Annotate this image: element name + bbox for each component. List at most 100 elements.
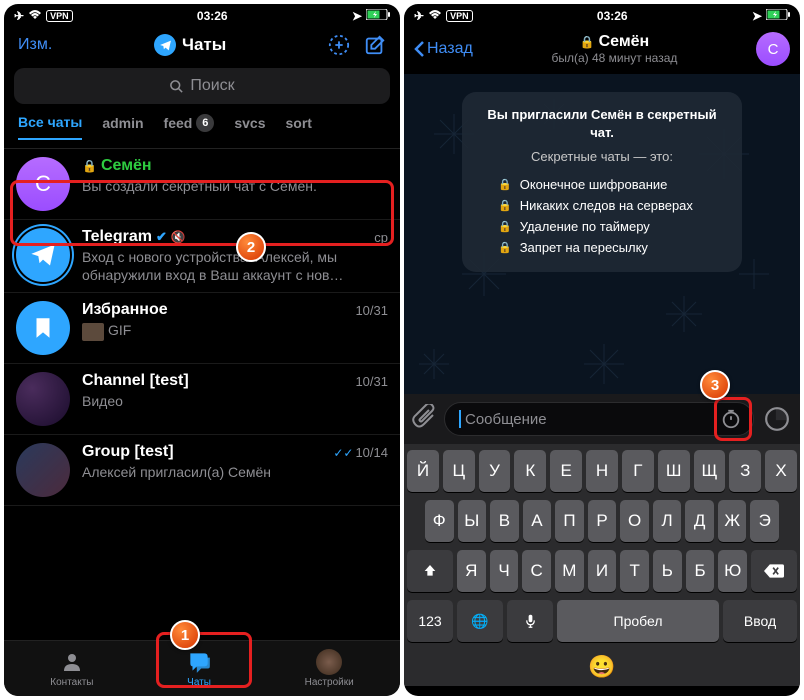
key-У[interactable]: У xyxy=(479,450,511,492)
read-checks-icon: ✓✓ xyxy=(333,446,353,460)
airplane-icon: ✈ xyxy=(414,9,424,23)
vpn-badge: VPN xyxy=(446,10,473,22)
contacts-icon xyxy=(59,649,85,675)
filter-svcs[interactable]: svcs xyxy=(234,114,265,140)
edit-button[interactable]: Изм. xyxy=(18,36,52,54)
key-Й[interactable]: Й xyxy=(407,450,439,492)
sticker-button[interactable] xyxy=(762,404,792,434)
chat-row-channel[interactable]: Channel [test] 10/31 Видео xyxy=(4,364,400,435)
key-В[interactable]: В xyxy=(490,500,519,542)
key-К[interactable]: К xyxy=(514,450,546,492)
tab-contacts[interactable]: Контакты xyxy=(50,649,93,688)
status-time: 03:26 xyxy=(197,9,228,23)
key-mic[interactable] xyxy=(507,600,553,642)
filter-sort[interactable]: sort xyxy=(286,114,312,140)
filter-all[interactable]: Все чаты xyxy=(18,114,82,140)
key-backspace[interactable] xyxy=(751,550,797,592)
avatar xyxy=(16,228,70,282)
status-time: 03:26 xyxy=(597,9,628,23)
key-И[interactable]: И xyxy=(588,550,617,592)
filter-feed[interactable]: feed6 xyxy=(164,114,215,140)
chat-row-secret[interactable]: C 🔒Семён Вы создали секретный чат с Семё… xyxy=(4,149,400,220)
new-chat-icon[interactable] xyxy=(328,34,350,56)
emoji-btn[interactable]: 😀 xyxy=(588,654,615,680)
message-input[interactable]: Сообщение xyxy=(444,402,754,436)
key-З[interactable]: З xyxy=(729,450,761,492)
key-Ц[interactable]: Ц xyxy=(443,450,475,492)
attach-button[interactable] xyxy=(412,404,436,434)
avatar xyxy=(16,301,70,355)
key-Я[interactable]: Я xyxy=(457,550,486,592)
muted-icon: 🔇 xyxy=(171,230,186,244)
gif-thumb xyxy=(82,323,104,341)
key-globe[interactable]: 🌐 xyxy=(457,600,503,642)
avatar xyxy=(16,372,70,426)
key-Н[interactable]: Н xyxy=(586,450,618,492)
back-button[interactable]: Назад xyxy=(414,40,473,58)
key-Ф[interactable]: Ф xyxy=(425,500,454,542)
lock-icon: 🔒 xyxy=(498,220,512,233)
key-Ш[interactable]: Ш xyxy=(658,450,690,492)
key-Т[interactable]: Т xyxy=(620,550,649,592)
key-Ч[interactable]: Ч xyxy=(490,550,519,592)
key-Ы[interactable]: Ы xyxy=(458,500,487,542)
compose-icon[interactable] xyxy=(364,34,386,56)
key-Щ[interactable]: Щ xyxy=(694,450,726,492)
tab-chats[interactable]: Чаты xyxy=(186,649,212,688)
key-Ь[interactable]: Ь xyxy=(653,550,682,592)
message-placeholder: Сообщение xyxy=(465,411,717,428)
settings-avatar xyxy=(316,649,342,675)
key-Д[interactable]: Д xyxy=(685,500,714,542)
chat-avatar[interactable]: C xyxy=(756,32,790,66)
annotation-marker-2: 2 xyxy=(236,232,266,262)
key-Е[interactable]: Е xyxy=(550,450,582,492)
key-enter[interactable]: Ввод xyxy=(723,600,797,642)
location-icon: ➤ xyxy=(752,9,762,23)
chat-title[interactable]: 🔒Семён xyxy=(483,33,746,51)
wifi-icon xyxy=(428,9,442,23)
annotation-marker-3: 3 xyxy=(700,370,730,400)
telegram-logo-icon xyxy=(154,34,176,56)
search-input[interactable]: Поиск xyxy=(14,68,390,104)
chat-subtitle: был(а) 48 минут назад xyxy=(483,51,746,65)
lock-icon: 🔒 xyxy=(498,241,512,254)
key-Х[interactable]: Х xyxy=(765,450,797,492)
key-Ж[interactable]: Ж xyxy=(718,500,747,542)
chat-canvas: Вы пригласили Семён в секретный чат. Сек… xyxy=(404,74,800,394)
tab-bar: Контакты Чаты Настройки xyxy=(4,640,400,696)
avatar: C xyxy=(16,157,70,211)
lock-icon: 🔒 xyxy=(498,178,512,191)
key-space[interactable]: Пробел xyxy=(557,600,719,642)
key-О[interactable]: О xyxy=(620,500,649,542)
annotation-marker-1: 1 xyxy=(170,620,200,650)
tab-settings[interactable]: Настройки xyxy=(305,649,354,688)
chat-row-saved[interactable]: Избранное 10/31 GIF xyxy=(4,293,400,364)
verified-icon: ✔ xyxy=(156,229,167,245)
key-А[interactable]: А xyxy=(523,500,552,542)
key-shift[interactable] xyxy=(407,550,453,592)
emoji-strip[interactable]: 😀 xyxy=(407,650,797,682)
chat-row-group[interactable]: Group [test] ✓✓10/14 Алексей пригласил(а… xyxy=(4,435,400,506)
lock-icon: 🔒 xyxy=(82,159,97,173)
key-П[interactable]: П xyxy=(555,500,584,542)
chats-icon xyxy=(186,649,212,675)
location-icon: ➤ xyxy=(352,9,362,23)
chat-row-telegram[interactable]: Telegram ✔ 🔇 ср Вход с нового устройства… xyxy=(4,220,400,293)
battery-icon xyxy=(366,9,390,23)
key-С[interactable]: С xyxy=(522,550,551,592)
vpn-badge: VPN xyxy=(46,10,73,22)
status-bar: ✈ VPN 03:26 ➤ xyxy=(404,4,800,28)
key-123[interactable]: 123 xyxy=(407,600,453,642)
key-Э[interactable]: Э xyxy=(750,500,779,542)
lock-icon: 🔒 xyxy=(498,199,512,212)
key-М[interactable]: М xyxy=(555,550,584,592)
wifi-icon xyxy=(28,9,42,23)
key-Л[interactable]: Л xyxy=(653,500,682,542)
key-Б[interactable]: Б xyxy=(686,550,715,592)
key-Р[interactable]: Р xyxy=(588,500,617,542)
key-Г[interactable]: Г xyxy=(622,450,654,492)
secret-chat-info-bubble: Вы пригласили Семён в секретный чат. Сек… xyxy=(462,92,742,272)
filter-admin[interactable]: admin xyxy=(102,114,143,140)
search-placeholder: Поиск xyxy=(190,77,234,95)
key-Ю[interactable]: Ю xyxy=(718,550,747,592)
